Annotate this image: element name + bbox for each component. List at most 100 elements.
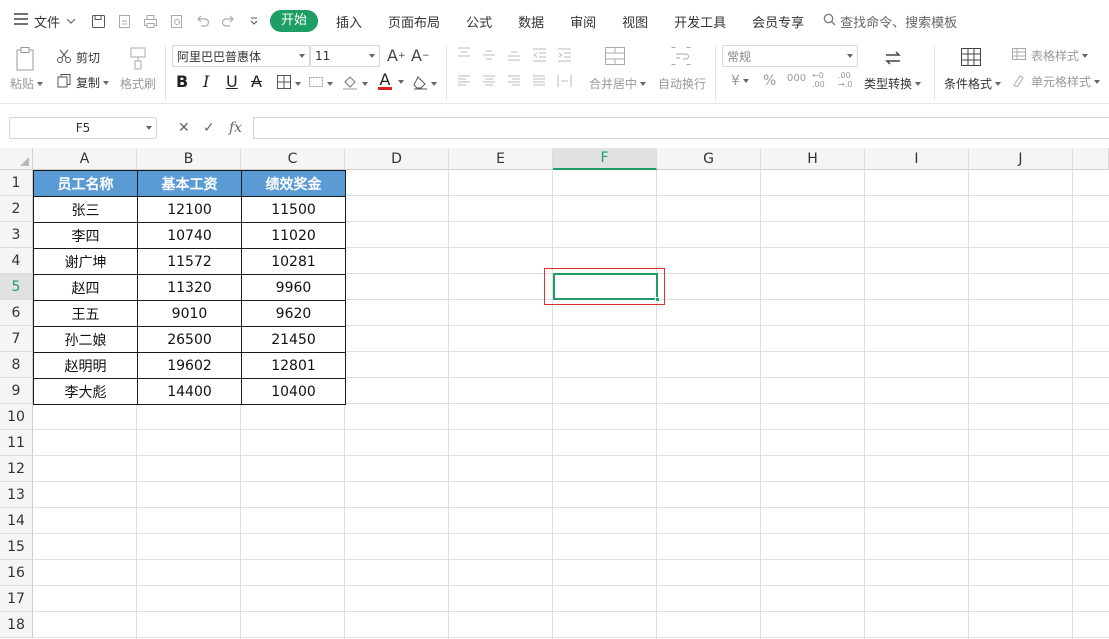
align-right-icon[interactable]	[507, 75, 521, 87]
table-cell[interactable]: 9620	[241, 300, 346, 327]
row-header-10[interactable]: 10	[0, 404, 33, 430]
table-cell[interactable]: 21450	[241, 326, 346, 353]
clear-format-button[interactable]	[412, 74, 437, 93]
table-cell[interactable]: 赵明明	[33, 352, 138, 379]
align-center-icon[interactable]	[482, 75, 496, 87]
tab-page-layout[interactable]: 页面布局	[375, 12, 453, 31]
table-cell[interactable]: 12801	[241, 352, 346, 379]
column-header-e[interactable]: E	[449, 148, 553, 170]
tab-view[interactable]: 视图	[609, 12, 661, 31]
name-box[interactable]: F5	[9, 117, 157, 139]
increase-font-icon[interactable]: A +	[387, 46, 406, 65]
merge-center-button[interactable]: 合并居中	[589, 75, 647, 92]
copy-button[interactable]: 复制	[56, 73, 110, 92]
table-cell[interactable]: 26500	[137, 326, 242, 353]
strikethrough-button[interactable]: A	[251, 72, 262, 91]
insert-function-button[interactable]: fx	[229, 120, 242, 136]
tab-insert[interactable]: 插入	[323, 12, 375, 31]
align-middle-icon[interactable]	[482, 49, 496, 61]
column-header-c[interactable]: C	[241, 148, 345, 170]
confirm-icon[interactable]: ✓	[203, 120, 215, 136]
header-cell-base-salary[interactable]: 基本工资	[137, 170, 242, 197]
row-header-14[interactable]: 14	[0, 508, 33, 534]
currency-button[interactable]: ¥	[731, 73, 749, 89]
paste-icon[interactable]	[14, 46, 38, 72]
row-header-6[interactable]: 6	[0, 300, 33, 326]
justify-icon[interactable]	[532, 75, 546, 87]
column-header-b[interactable]: B	[137, 148, 241, 170]
distributed-icon[interactable]	[557, 74, 572, 88]
row-header-1[interactable]: 1	[0, 170, 33, 196]
selected-cell-f5[interactable]	[553, 273, 658, 300]
header-cell-bonus[interactable]: 绩效奖金	[241, 170, 346, 197]
formula-input[interactable]	[253, 117, 1109, 139]
tab-developer[interactable]: 开发工具	[661, 12, 739, 31]
row-header-8[interactable]: 8	[0, 352, 33, 378]
font-color-dropdown[interactable]	[395, 80, 404, 84]
underline-button[interactable]: U	[226, 72, 238, 91]
font-color-button[interactable]: A	[378, 72, 392, 90]
bold-button[interactable]: B	[176, 72, 188, 91]
column-header-i[interactable]: I	[865, 148, 969, 170]
select-all-corner[interactable]	[0, 148, 33, 170]
row-header-13[interactable]: 13	[0, 482, 33, 508]
row-header-17[interactable]: 17	[0, 586, 33, 612]
borders-button[interactable]	[276, 74, 301, 93]
column-header-a[interactable]: A	[33, 148, 137, 170]
table-cell[interactable]: 11500	[241, 196, 346, 223]
decrease-decimal-button[interactable]: .00 →.0	[838, 71, 852, 89]
column-header-h[interactable]: H	[761, 148, 865, 170]
font-name-select[interactable]: 阿里巴巴普惠体	[172, 45, 310, 67]
save-icon[interactable]	[90, 13, 106, 29]
row-header-2[interactable]: 2	[0, 196, 33, 222]
table-cell[interactable]: 李大彪	[33, 378, 138, 405]
conditional-format-icon[interactable]	[960, 47, 982, 67]
tab-home[interactable]: 开始	[270, 10, 319, 32]
column-header-d[interactable]: D	[345, 148, 449, 170]
type-convert-icon[interactable]	[883, 48, 903, 68]
customize-toolbar-icon[interactable]	[246, 13, 262, 29]
table-cell[interactable]: 10400	[241, 378, 346, 405]
print-preview-icon[interactable]	[168, 13, 184, 29]
table-cell[interactable]: 王五	[33, 300, 138, 327]
cell-style-button[interactable]: 单元格样式	[1011, 73, 1101, 90]
italic-button[interactable]: I	[203, 72, 209, 91]
decrease-indent-icon[interactable]	[532, 48, 547, 62]
cancel-icon[interactable]: ✕	[178, 120, 190, 136]
spreadsheet-grid[interactable]: ABCDEFGHIJ 1 2 3 4 5 6 7 8 9 10 11 12 13 14 15 16 17 18 员…	[0, 148, 1109, 639]
row-header-12[interactable]: 12	[0, 456, 33, 482]
table-cell[interactable]: 孙二娘	[33, 326, 138, 353]
table-style-button[interactable]: 表格样式	[1011, 47, 1089, 64]
align-top-icon[interactable]	[457, 47, 471, 59]
type-convert-button[interactable]: 类型转换	[864, 75, 922, 92]
increase-decimal-button[interactable]: ←0.00	[812, 71, 825, 89]
table-cell[interactable]: 19602	[137, 352, 242, 379]
column-header-g[interactable]: G	[657, 148, 761, 170]
fill-color-button[interactable]	[342, 74, 368, 93]
table-cell[interactable]: 11572	[137, 248, 242, 275]
row-header-4[interactable]: 4	[0, 248, 33, 274]
increase-indent-icon[interactable]	[557, 48, 572, 62]
cell-format-button[interactable]	[308, 74, 333, 93]
table-cell[interactable]: 11020	[241, 222, 346, 249]
merge-center-icon[interactable]	[604, 46, 626, 66]
fill-handle[interactable]	[655, 297, 660, 302]
table-cell[interactable]: 李四	[33, 222, 138, 249]
header-cell-employee[interactable]: 员工名称	[33, 170, 138, 197]
percent-button[interactable]: %	[763, 73, 776, 89]
print-icon[interactable]	[142, 13, 158, 29]
export-icon[interactable]	[116, 13, 132, 29]
wrap-text-icon[interactable]	[670, 46, 692, 66]
format-painter-icon[interactable]	[128, 46, 148, 70]
tab-formulas[interactable]: 公式	[453, 12, 505, 31]
table-cell[interactable]: 张三	[33, 196, 138, 223]
row-header-3[interactable]: 3	[0, 222, 33, 248]
tab-membership[interactable]: 会员专享	[739, 12, 817, 31]
row-header-16[interactable]: 16	[0, 560, 33, 586]
tab-data[interactable]: 数据	[505, 12, 557, 31]
table-cell[interactable]: 12100	[137, 196, 242, 223]
undo-icon[interactable]	[194, 13, 210, 29]
column-header-f[interactable]: F	[553, 148, 657, 170]
row-header-18[interactable]: 18	[0, 612, 33, 638]
align-bottom-icon[interactable]	[507, 50, 521, 62]
